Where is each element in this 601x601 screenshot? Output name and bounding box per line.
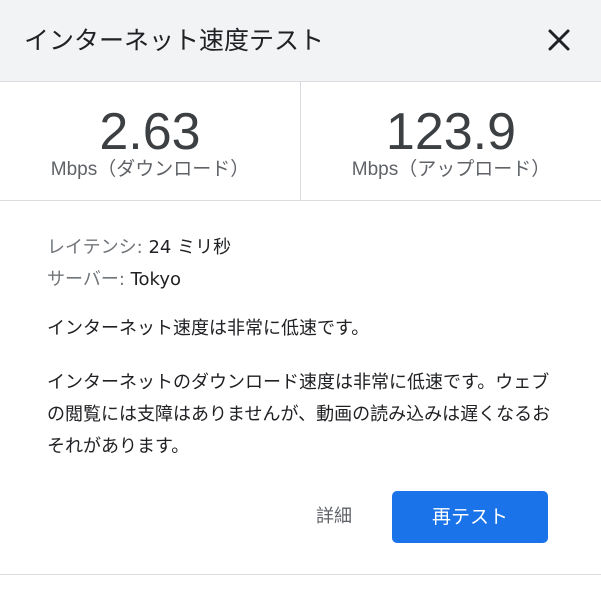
retest-button[interactable]: 再テスト xyxy=(392,491,548,543)
upload-unit-text: Mbps xyxy=(351,159,399,180)
speed-description: インターネットのダウンロード速度は非常に低速です。ウェブの閲覧には支障はありませ… xyxy=(47,372,551,457)
speed-metrics: 2.63 Mbps（ダウンロード） 123.9 Mbps（アップロード） xyxy=(0,82,601,201)
latency-label: レイテンシ: xyxy=(47,237,149,258)
close-icon xyxy=(548,29,570,51)
upload-metric: 123.9 Mbps（アップロード） xyxy=(301,82,601,200)
dialog-header: インターネット速度テスト xyxy=(0,0,601,82)
download-speed-value: 2.63 xyxy=(99,103,201,161)
bottom-divider xyxy=(0,574,601,575)
server-row: サーバー: Tokyo xyxy=(47,264,567,296)
download-unit-label: （ダウンロード） xyxy=(97,158,250,180)
upload-unit-label: （アップロード） xyxy=(398,158,551,180)
server-label: サーバー: xyxy=(47,269,131,290)
upload-speed-unit: Mbps（アップロード） xyxy=(301,156,601,183)
latency-value: 24 ミリ秒 xyxy=(148,237,232,258)
download-metric: 2.63 Mbps（ダウンロード） xyxy=(0,82,300,200)
dialog-title: インターネット速度テスト xyxy=(24,26,325,55)
speed-test-dialog: インターネット速度テスト 2.63 Mbps（ダウンロード） 123.9 Mbp… xyxy=(0,0,601,601)
details-button[interactable]: 詳細 xyxy=(300,493,368,541)
close-button[interactable] xyxy=(541,22,577,58)
speed-summary: インターネット速度は非常に低速です。 xyxy=(47,318,370,339)
upload-speed-value: 123.9 xyxy=(385,103,517,161)
download-speed-unit: Mbps（ダウンロード） xyxy=(0,156,300,183)
download-unit-text: Mbps xyxy=(50,159,98,180)
latency-row: レイテンシ: 24 ミリ秒 xyxy=(47,232,567,264)
server-value: Tokyo xyxy=(130,269,182,290)
test-details: レイテンシ: 24 ミリ秒 サーバー: Tokyo xyxy=(47,232,567,296)
